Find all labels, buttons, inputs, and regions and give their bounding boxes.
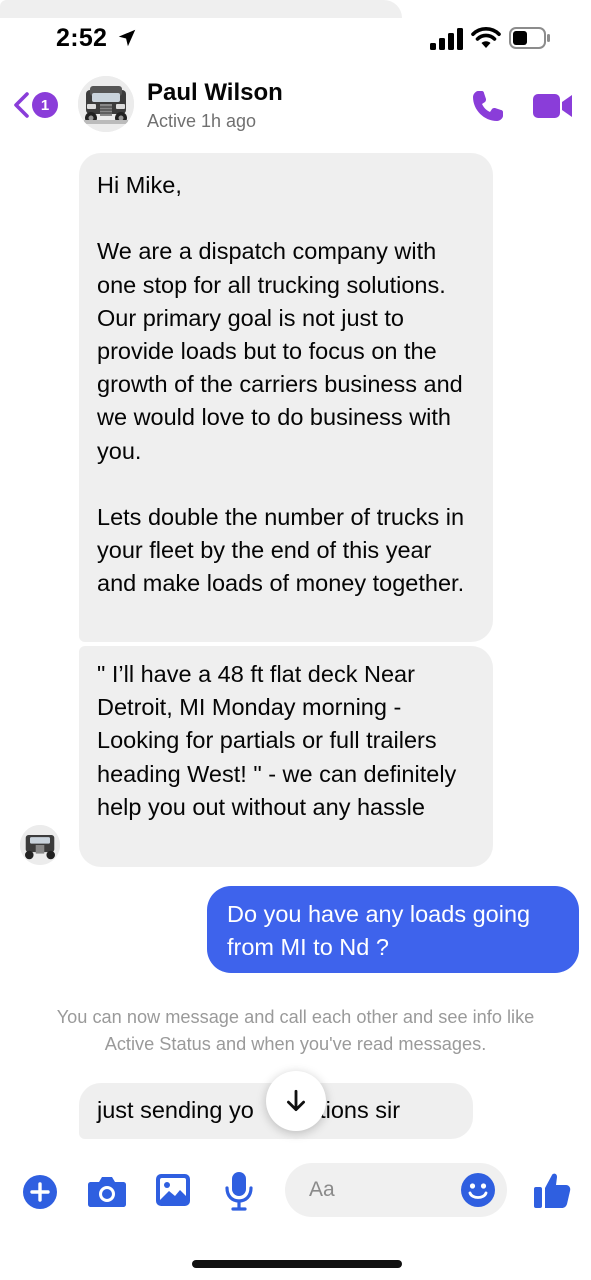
back-button[interactable]: 1 <box>12 88 64 122</box>
message-input[interactable]: Aa <box>285 1163 507 1217</box>
location-arrow-icon <box>118 29 136 47</box>
system-notice: You can now message and call each other … <box>56 1007 535 1054</box>
chevron-left-icon <box>14 92 29 118</box>
battery-icon <box>509 27 550 49</box>
contact-avatar[interactable] <box>78 76 134 132</box>
emoji-icon[interactable] <box>460 1172 496 1208</box>
arrow-down-icon <box>287 1089 305 1112</box>
phone-icon[interactable] <box>470 88 506 124</box>
incoming-message-bubble[interactable]: " I’ll have a 48 ft flat deck Near Detro… <box>79 646 493 867</box>
message-text: Do you have any loads going from MI to N… <box>227 901 531 961</box>
message-input-placeholder: Aa <box>309 1178 335 1201</box>
image-icon[interactable] <box>155 1172 191 1208</box>
contact-active-status: Active 1h ago <box>147 111 257 131</box>
message-text: Hi Mike, We are a dispatch company with … <box>97 172 465 597</box>
sender-avatar[interactable] <box>20 825 60 865</box>
camera-icon[interactable] <box>87 1172 127 1210</box>
chat-header: 1 Paul Wilson Active 1h ago <box>0 70 591 142</box>
cellular-signal-icon <box>430 28 463 50</box>
truck-avatar-image <box>20 825 60 865</box>
plus-icon[interactable] <box>22 1174 58 1210</box>
outgoing-message-bubble[interactable]: Do you have any loads going from MI to N… <box>207 886 579 973</box>
status-bar: 2:52 <box>0 0 591 70</box>
unread-count-badge: 1 <box>32 92 58 118</box>
wifi-icon <box>471 27 501 48</box>
home-indicator <box>192 1260 402 1268</box>
thumbs-up-icon[interactable] <box>532 1170 572 1210</box>
message-text: " I’ll have a 48 ft flat deck Near Detro… <box>97 661 463 820</box>
incoming-message-bubble[interactable]: Hi Mike, We are a dispatch company with … <box>79 153 493 642</box>
truck-avatar-image <box>78 76 134 132</box>
contact-name[interactable]: Paul Wilson <box>147 79 283 107</box>
video-camera-icon[interactable] <box>532 90 574 122</box>
scroll-to-bottom-button[interactable] <box>266 1071 326 1131</box>
status-time: 2:52 <box>56 24 108 52</box>
microphone-icon[interactable] <box>224 1170 254 1212</box>
message-composer: Aa <box>0 1152 591 1280</box>
